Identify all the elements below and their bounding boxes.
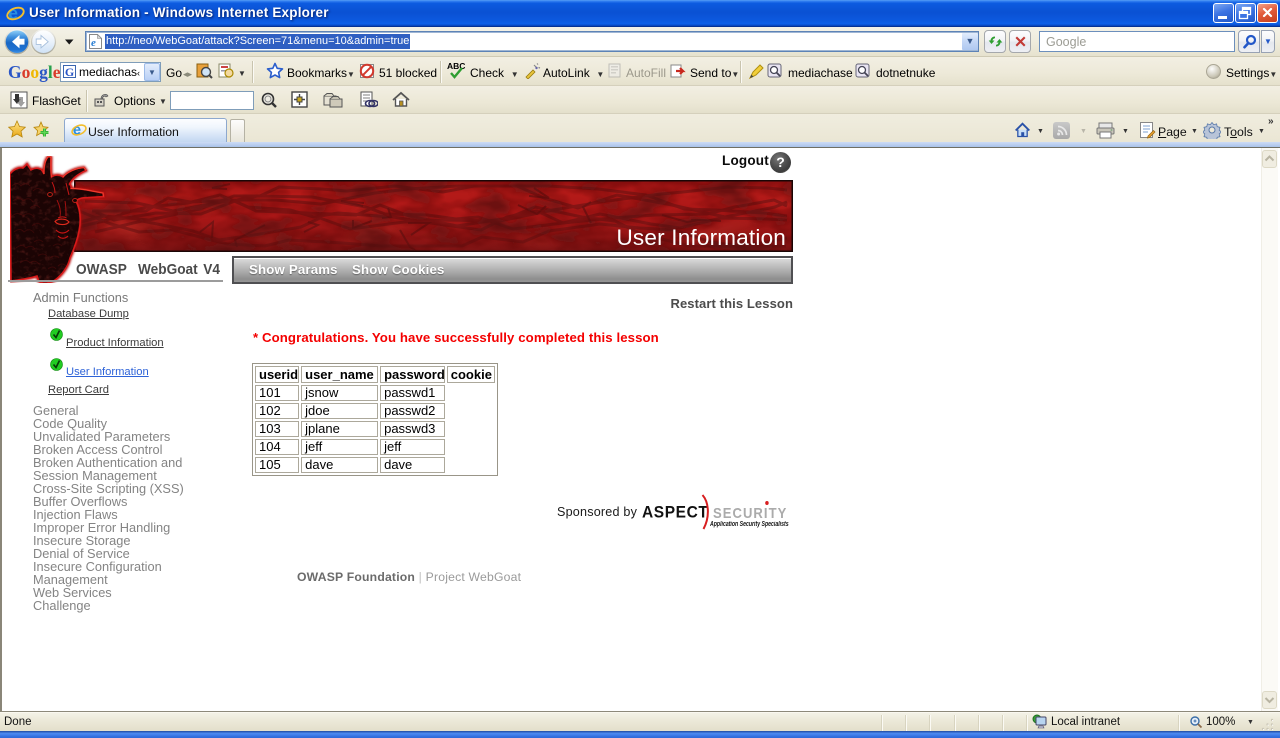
svg-text:e: e [91, 37, 96, 49]
svg-text:ABC: ABC [447, 61, 465, 71]
svg-text:User Information: User Information [616, 225, 786, 250]
